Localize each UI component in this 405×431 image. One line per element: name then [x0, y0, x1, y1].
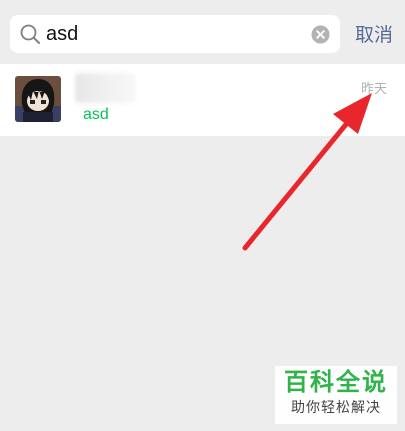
search-input[interactable]	[46, 15, 306, 53]
cancel-button[interactable]: 取消	[346, 20, 402, 50]
watermark-title: 百科全说	[284, 368, 388, 396]
search-bar: 取消	[0, 0, 405, 64]
search-icon	[20, 24, 40, 44]
contact-name-blurred	[75, 73, 135, 103]
watermark: 百科全说 助你轻松解决	[275, 366, 397, 424]
chat-result-item[interactable]: asd 昨天	[0, 64, 405, 136]
clear-icon[interactable]	[311, 25, 330, 44]
search-results-page: 取消 asd 昨天 百科全说 助你轻松解决	[0, 0, 405, 431]
search-field[interactable]	[10, 15, 340, 53]
watermark-subtitle: 助你轻松解决	[291, 400, 381, 416]
match-text: asd	[83, 106, 109, 123]
avatar	[15, 76, 61, 122]
row-time: 昨天	[360, 82, 387, 97]
